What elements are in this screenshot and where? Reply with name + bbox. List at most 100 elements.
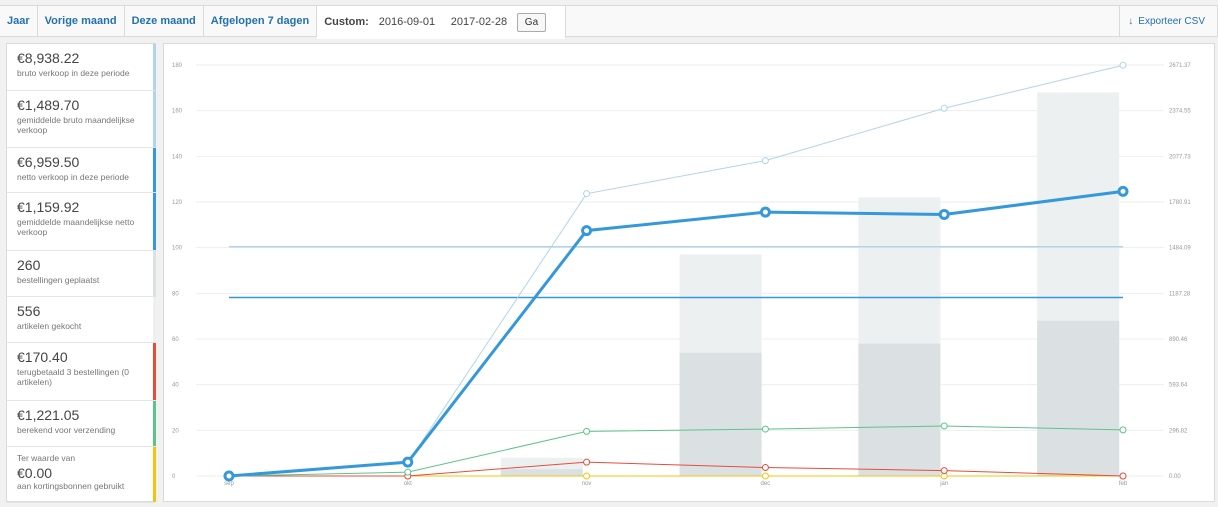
legend-item[interactable]: €1,159.92 gemiddelde maandelijkse netto v… <box>7 193 156 251</box>
legend-label: terugbetaald 3 bestellingen (0 artikelen… <box>17 367 129 387</box>
legend-color-bar <box>153 297 156 342</box>
chart-svg: 0 0.00 20 296.82 40 593.64 60 890.46 80 1187.28 10… <box>172 61 1191 487</box>
tab-last-month[interactable]: Vorige maand <box>38 6 125 36</box>
sales-chart: 0 0.00 20 296.82 40 593.64 60 890.46 80 1187.28 10… <box>163 43 1215 502</box>
net-sales-point <box>581 225 593 237</box>
legend-item[interactable]: 556 artikelen gekocht <box>7 297 156 343</box>
legend-color-bar <box>153 91 156 147</box>
legend-pre-label: Ter waarde van <box>17 453 76 463</box>
x-tick: feb <box>1119 481 1128 487</box>
legend-color-bar <box>153 447 156 502</box>
gross-sales-point <box>940 104 948 112</box>
orders-bar <box>858 343 941 476</box>
gross-sales-line <box>228 64 1124 477</box>
end-date-input[interactable]: 2017-02-28 <box>451 16 511 28</box>
chart-legend: €8,938.22 bruto verkoop in deze periode €1… <box>6 43 156 503</box>
refunds-point <box>761 464 769 472</box>
net-sales-line <box>228 189 1124 478</box>
custom-label: Custom: <box>324 16 369 28</box>
legend-label: bestellingen geplaatst <box>17 275 100 285</box>
legend-item[interactable]: €170.40 terugbetaald 3 bestellingen (0 ar… <box>7 343 156 401</box>
legend-value: 260 <box>17 257 41 273</box>
refunds-point <box>1119 472 1127 480</box>
shipping-point <box>1119 426 1127 434</box>
legend-item[interactable]: €8,938.22 bruto verkoop in deze periode <box>7 44 156 91</box>
range-tabs: Jaar Vorige maand Deze maand Afgelopen 7… <box>0 5 1218 39</box>
shipping-point <box>404 468 412 476</box>
legend-color-bar <box>153 44 156 90</box>
legend-label: aan kortingsbonnen gebruikt <box>17 481 125 491</box>
legend-value: €6,959.50 <box>17 154 80 170</box>
orders-bar <box>679 352 762 476</box>
export-label: Exporteer CSV <box>1138 15 1205 27</box>
y-tick-right: 1484.09 <box>1169 246 1191 252</box>
x-tick: sep <box>224 481 234 487</box>
legend-label: berekend voor verzending <box>17 425 116 435</box>
legend-color-bar <box>153 148 156 192</box>
y-tick-left: 20 <box>172 428 179 434</box>
y-tick-right: 0.00 <box>1169 474 1181 480</box>
legend-value: €0.00 <box>17 465 53 481</box>
legend-item[interactable]: Ter waarde van €0.00 aan kortingsbonnen ge… <box>7 447 156 503</box>
shipping-point <box>761 425 769 433</box>
shipping-line <box>228 425 1124 477</box>
legend-item[interactable]: €1,489.70 gemiddelde bruto maandelijkse v… <box>7 91 156 148</box>
tab-last-7-days[interactable]: Afgelopen 7 dagen <box>204 6 318 36</box>
y-tick-right: 2077.73 <box>1169 154 1191 160</box>
net-sales-point <box>759 206 771 218</box>
refunds-point <box>940 467 948 475</box>
legend-color-bar <box>153 401 156 446</box>
net-sales-point <box>402 456 414 468</box>
y-tick-left: 180 <box>172 63 183 69</box>
orders-bar <box>500 469 583 476</box>
y-tick-left: 40 <box>172 383 179 389</box>
x-tick: nov <box>582 481 592 487</box>
net-sales-point <box>223 470 235 482</box>
go-button[interactable]: Ga <box>516 12 547 32</box>
y-tick-right: 890.46 <box>1169 337 1188 343</box>
y-tick-left: 120 <box>172 200 183 206</box>
net-sales-point <box>938 208 950 220</box>
shipping-point <box>940 422 948 430</box>
y-tick-left: 160 <box>172 109 183 115</box>
legend-value: €1,159.92 <box>17 199 80 215</box>
download-arrow-icon: ↓ <box>1128 15 1134 27</box>
tab-year[interactable]: Jaar <box>0 6 38 36</box>
start-date-input[interactable]: 2016-09-01 <box>379 16 441 28</box>
legend-label: artikelen gekocht <box>17 321 82 331</box>
legend-label: bruto verkoop in deze periode <box>17 68 130 78</box>
legend-color-bar <box>153 251 156 296</box>
legend-value: 556 <box>17 303 41 319</box>
x-tick: dec <box>761 481 771 487</box>
shipping-point <box>583 427 591 435</box>
legend-item[interactable]: €1,221.05 berekend voor verzending <box>7 401 156 447</box>
y-tick-right: 1780.91 <box>1169 200 1191 206</box>
legend-label: gemiddelde bruto maandelijkse verkoop <box>17 115 135 135</box>
legend-color-bar <box>153 343 156 400</box>
gross-sales-point <box>583 190 591 198</box>
refunds-point <box>583 458 591 466</box>
legend-item[interactable]: €6,959.50 netto verkoop in deze periode <box>7 148 156 193</box>
legend-item[interactable]: 260 bestellingen geplaatst <box>7 251 156 297</box>
y-tick-left: 60 <box>172 337 179 343</box>
export-csv-button[interactable]: ↓ Exporteer CSV <box>1119 6 1217 36</box>
y-tick-right: 296.82 <box>1169 428 1188 434</box>
y-tick-right: 593.64 <box>1169 383 1188 389</box>
net-sales-point <box>1117 185 1129 197</box>
y-tick-left: 0 <box>172 474 176 480</box>
x-tick: okt <box>404 481 412 487</box>
y-tick-left: 140 <box>172 154 183 160</box>
legend-label: gemiddelde maandelijkse netto verkoop <box>17 217 135 237</box>
y-tick-left: 100 <box>172 246 183 252</box>
coupons-point <box>761 472 769 480</box>
y-tick-right: 1187.28 <box>1169 291 1191 297</box>
x-tick: jan <box>939 481 948 487</box>
orders-bar <box>1037 320 1120 476</box>
legend-value: €1,221.05 <box>17 407 80 423</box>
coupons-point <box>583 472 591 480</box>
gross-sales-point <box>761 157 769 165</box>
legend-value: €8,938.22 <box>17 50 80 66</box>
tab-this-month[interactable]: Deze maand <box>125 6 204 36</box>
legend-value: €170.40 <box>17 349 68 365</box>
y-tick-right: 2374.55 <box>1169 109 1191 115</box>
